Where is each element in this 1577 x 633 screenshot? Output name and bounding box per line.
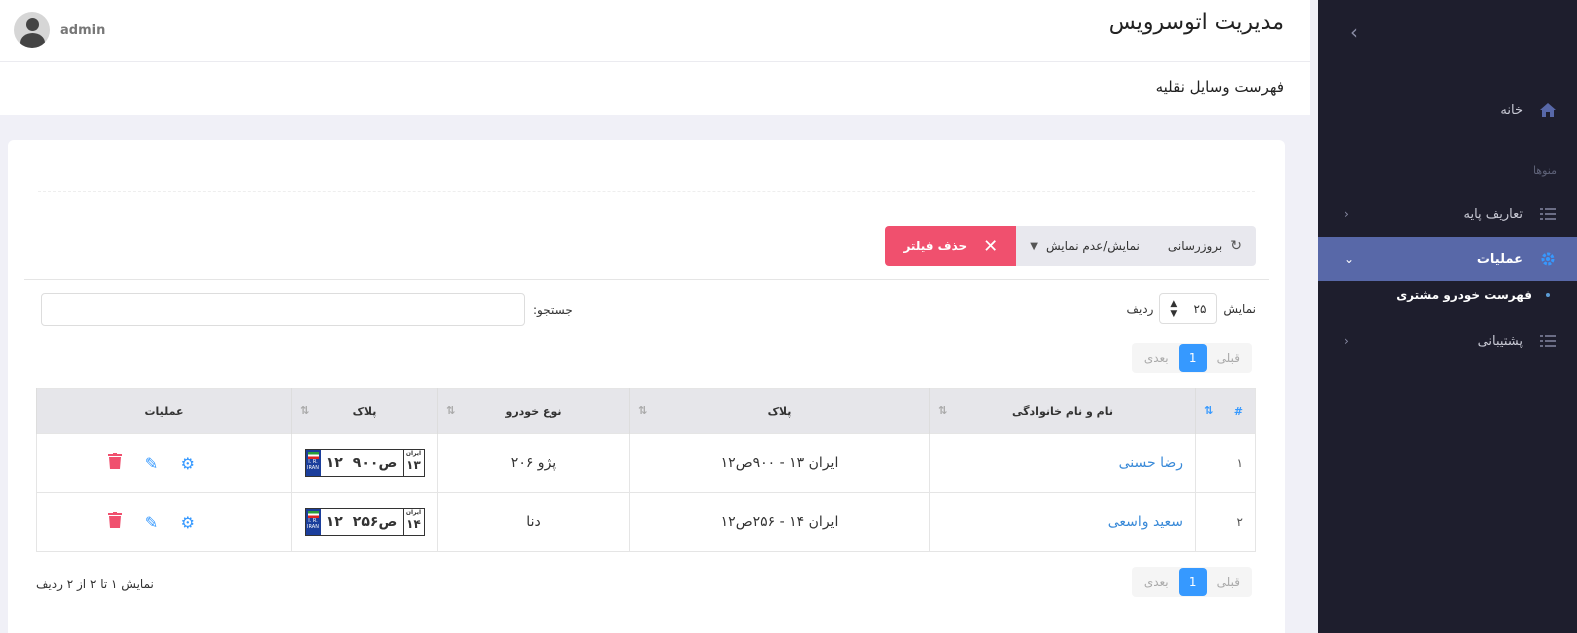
sidebar-item-label: تعاریف پایه <box>1463 206 1523 222</box>
divider <box>24 279 1269 280</box>
pagination-top: قبلی 1 بعدی <box>1131 343 1252 373</box>
sidebar-item-base-definitions[interactable]: تعاریف پایه ‹ <box>1318 192 1577 236</box>
search-input[interactable] <box>41 293 525 326</box>
pagination-next[interactable]: بعدی <box>1138 351 1175 365</box>
avatar <box>14 12 50 48</box>
plate-cell: I. R. IRAN ۱۲ ۹۰۰ص ایران ۱۳ <box>291 433 438 493</box>
search-box: جستجو: <box>41 293 573 326</box>
column-header-plate[interactable]: پلاک ⇅ <box>629 388 930 434</box>
table-toolbar: ↻ بروزرسانی نمایش/عدم نمایش ▼ ✕ حذف فیلت… <box>885 226 1256 266</box>
chevron-down-icon: ⌄ <box>1344 252 1355 266</box>
vehicles-table: # ⇅ نام و نام خانوادگی ⇅ پلاک ⇅ نوع خودرو ⇅ … <box>36 388 1256 552</box>
iran-flag-icon: I. R. IRAN <box>305 509 321 535</box>
pagination-page[interactable]: 1 <box>1178 344 1207 372</box>
car-type: پژو ۲۰۶ <box>437 433 630 493</box>
divider <box>38 191 1255 192</box>
pagination-bottom: قبلی 1 بعدی <box>1131 567 1252 597</box>
sidebar-item-operations[interactable]: عملیات ⌄ <box>1318 237 1577 281</box>
chevron-left-icon: ‹ <box>1344 207 1349 221</box>
caret-down-icon: ▼ <box>1030 240 1038 252</box>
row-number: ۲ <box>1195 492 1256 552</box>
sort-icon: ⇅ <box>938 404 948 417</box>
pagination-prev[interactable]: قبلی <box>1211 575 1246 589</box>
length-suffix: ردیف <box>1126 301 1154 316</box>
page-length-value: ۲۵ <box>1193 301 1207 316</box>
sidebar-subitem-customer-cars[interactable]: فهرست خودرو مشتری <box>1318 288 1577 302</box>
pagination-next[interactable]: بعدی <box>1138 575 1175 589</box>
license-plate: I. R. IRAN ۱۲ ۹۰۰ص ایران ۱۳ <box>304 449 425 477</box>
top-header: مدیریت اتوسرویس admin <box>0 0 1310 62</box>
license-plate: I. R. IRAN ۱۲ ۲۵۶ص ایران ۱۴ <box>304 508 425 536</box>
page-length-select[interactable]: ۲۵ ▲ ▼ <box>1159 293 1218 324</box>
sidebar-item-label: پشتیبانی <box>1477 333 1523 349</box>
user-menu[interactable]: admin <box>14 12 105 48</box>
page-title: فهرست وسایل نقلیه <box>1155 78 1284 96</box>
row-actions: ⚙ ✎ <box>36 492 292 552</box>
clear-filter-button[interactable]: ✕ حذف فیلتر <box>885 226 1017 266</box>
sub-header: فهرست وسایل نقلیه <box>0 62 1310 115</box>
table-row: ۱ رضا حسنی ایران ۱۳ - ۹۰۰ص۱۲ پژو ۲۰۶ I. … <box>36 433 1256 493</box>
gear-icon <box>1537 251 1559 267</box>
row-actions: ⚙ ✎ <box>36 433 292 493</box>
column-header-car-type[interactable]: نوع خودرو ⇅ <box>437 388 630 434</box>
sort-icon: ⇅ <box>1204 404 1214 417</box>
sidebar-item-label: خانه <box>1500 102 1523 118</box>
pagination-page[interactable]: 1 <box>1178 568 1207 596</box>
sidebar-item-home[interactable]: خانه <box>1318 88 1577 132</box>
length-prefix: نمایش <box>1223 301 1256 316</box>
sort-arrows-icon: ▲ ▼ <box>1170 298 1178 319</box>
plate-text: ایران ۱۳ - ۹۰۰ص۱۲ <box>629 433 930 493</box>
sidebar-item-support[interactable]: پشتیبانی ‹ <box>1318 319 1577 363</box>
chevron-left-icon: ‹ <box>1344 334 1349 348</box>
sort-icon: ⇅ <box>638 404 648 417</box>
toggle-columns-label: نمایش/عدم نمایش <box>1045 239 1140 253</box>
list-icon <box>1537 334 1559 348</box>
app-title: مدیریت اتوسرویس <box>1108 10 1284 35</box>
column-header-num[interactable]: # ⇅ <box>1195 388 1256 434</box>
sort-icon: ⇅ <box>446 404 456 417</box>
home-icon <box>1537 102 1559 118</box>
settings-icon[interactable]: ⚙ <box>181 454 195 473</box>
sort-icon: ⇅ <box>300 404 310 417</box>
column-header-operations: عملیات <box>36 388 292 434</box>
table-row: ۲ سعید واسعی ایران ۱۴ - ۲۵۶ص۱۲ دنا I. R.… <box>36 492 1256 552</box>
plate-cell: I. R. IRAN ۱۲ ۲۵۶ص ایران ۱۴ <box>291 492 438 552</box>
customer-name-link[interactable]: رضا حسنی <box>929 433 1196 493</box>
sidebar-toggle-icon[interactable]: ‹ <box>1350 20 1358 44</box>
column-header-plate-image[interactable]: پلاک ⇅ <box>291 388 438 434</box>
close-icon: ✕ <box>983 235 999 257</box>
refresh-label: بروزرسانی <box>1167 239 1223 253</box>
search-label: جستجو: <box>533 302 573 317</box>
sidebar-section-label: منوها <box>1532 164 1557 177</box>
bullet-icon <box>1546 293 1550 297</box>
edit-icon[interactable]: ✎ <box>145 454 158 473</box>
refresh-icon: ↻ <box>1230 238 1242 254</box>
toggle-columns-button[interactable]: نمایش/عدم نمایش ▼ <box>1016 226 1154 266</box>
pagination-prev[interactable]: قبلی <box>1211 351 1246 365</box>
car-type: دنا <box>437 492 630 552</box>
content-card: ↻ بروزرسانی نمایش/عدم نمایش ▼ ✕ حذف فیلت… <box>8 140 1285 633</box>
edit-icon[interactable]: ✎ <box>145 513 158 532</box>
list-icon <box>1537 207 1559 221</box>
settings-icon[interactable]: ⚙ <box>181 513 195 532</box>
row-number: ۱ <box>1195 433 1256 493</box>
sidebar-subitem-label: فهرست خودرو مشتری <box>1396 288 1532 302</box>
page-length-control: نمایش ۲۵ ▲ ▼ ردیف <box>1127 293 1256 324</box>
sidebar-item-label: عملیات <box>1476 251 1523 267</box>
user-name: admin <box>60 22 106 38</box>
plate-text: ایران ۱۴ - ۲۵۶ص۱۲ <box>629 492 930 552</box>
table-info: نمایش ۱ تا ۲ از ۲ ردیف <box>36 577 154 591</box>
refresh-button[interactable]: ↻ بروزرسانی <box>1153 226 1256 266</box>
trash-icon[interactable] <box>108 453 123 473</box>
customer-name-link[interactable]: سعید واسعی <box>929 492 1196 552</box>
sidebar: ‹ خانه منوها تعاریف پایه ‹ عملیات ⌄ فهرس… <box>1318 0 1577 633</box>
iran-flag-icon: I. R. IRAN <box>305 450 321 476</box>
clear-filter-label: حذف فیلتر <box>903 239 968 253</box>
column-header-name[interactable]: نام و نام خانوادگی ⇅ <box>929 388 1196 434</box>
trash-icon[interactable] <box>108 512 123 532</box>
